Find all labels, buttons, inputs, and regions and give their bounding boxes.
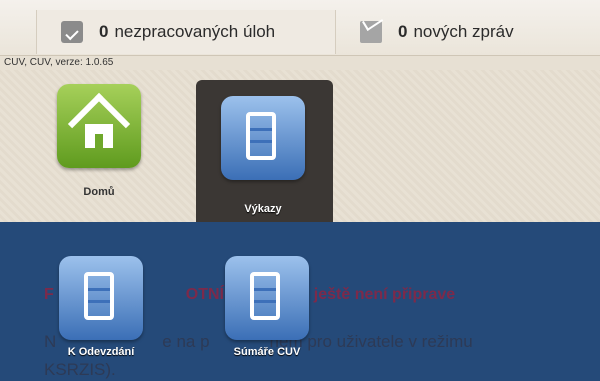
- messages-label: nových zpráv: [413, 22, 514, 41]
- message-line-3: KSRZIS).: [44, 360, 116, 379]
- to-submit-tile-label[interactable]: K Odevzdání: [50, 346, 152, 358]
- to-submit-tile[interactable]: [59, 256, 143, 340]
- home-icon: [67, 92, 131, 156]
- cuv-summaries-tile-label[interactable]: Súmáře CUV: [218, 346, 316, 358]
- task-check-icon: [61, 21, 83, 43]
- version-text: CUV, CUV, verze: 1.0.65: [4, 57, 114, 68]
- messages-count: 0: [398, 22, 408, 41]
- home-tile[interactable]: [57, 84, 141, 168]
- message-line-2-mid: e na p: [162, 332, 210, 351]
- tasks-tab[interactable]: 0 nezpracovaných úloh: [36, 10, 336, 54]
- tasks-label: nezpracovaných úloh: [114, 22, 276, 41]
- home-tile-label[interactable]: Domů: [57, 186, 141, 198]
- message-line-1-start: F: [44, 286, 54, 303]
- messages-tab[interactable]: 0 nových zpráv: [336, 10, 600, 54]
- to-submit-icon: [84, 272, 114, 320]
- reports-tile[interactable]: [221, 96, 305, 180]
- mail-icon: [360, 21, 382, 43]
- cuv-summaries-tile[interactable]: [225, 256, 309, 340]
- cuv-summaries-icon: [250, 272, 280, 320]
- reports-tile-label[interactable]: Výkazy: [221, 203, 305, 215]
- reports-icon: [246, 112, 276, 160]
- message-line-1-mid: OTNÍ: [185, 286, 224, 303]
- tasks-count: 0: [99, 22, 109, 41]
- top-bar: 0 nezpracovaných úloh 0 nových zpráv: [0, 0, 600, 56]
